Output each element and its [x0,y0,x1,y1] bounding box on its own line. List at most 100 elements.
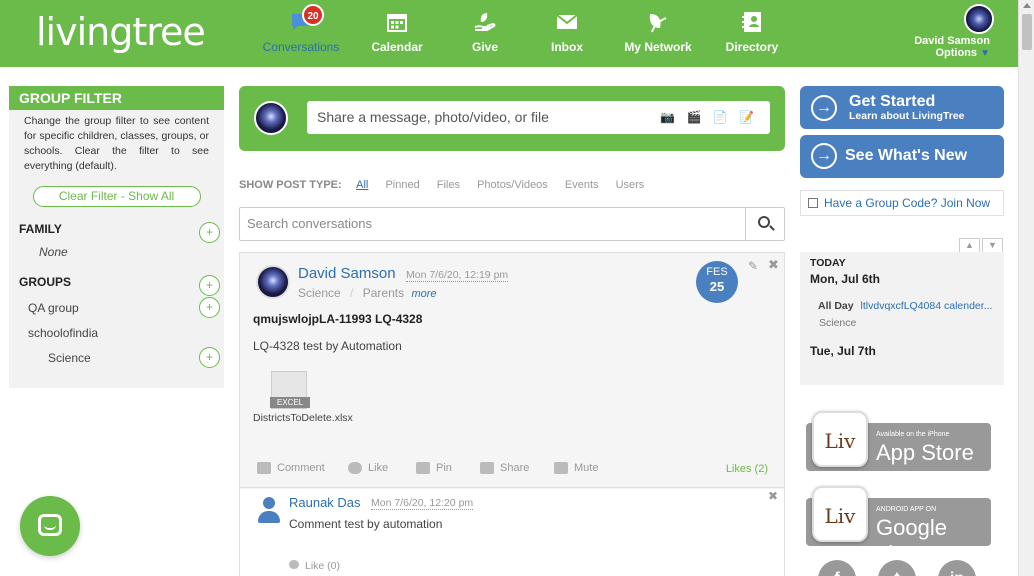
comment-close-icon[interactable]: ✖ [768,489,778,503]
group-code-link[interactable]: Have a Group Code? Join Now [800,190,1004,216]
group-item-science[interactable]: Science [48,351,91,365]
comment-item: Raunak Das Mon 7/6/20, 12:20 pm Comment … [240,489,784,576]
nav-conversations[interactable]: Conversations [262,10,340,54]
get-started-button[interactable]: → Get Started Learn about LivingTree [800,86,1004,129]
get-started-title: Get Started [849,93,936,110]
post-date-badge: FES 25 [696,261,738,303]
post-body: LQ-4328 test by Automation [253,339,402,353]
likes-count-link[interactable]: Likes (2) [726,463,768,475]
chat-launcher-button[interactable] [20,496,80,556]
post-type-all[interactable]: All [356,179,368,191]
calendar-down-icon[interactable]: ▼ [982,238,1003,253]
facebook-icon[interactable]: f [818,560,856,576]
nav-give[interactable]: Give [466,10,504,54]
group-filter-title: GROUP FILTER [9,86,224,110]
nav-directory-label: Directory [725,40,779,54]
calendar-icon [385,10,409,34]
group-item-qa-group[interactable]: QA group [28,301,79,315]
pin-label: Pin [436,462,452,474]
livingtree-app-icon: Liv [812,411,868,467]
post-type-users[interactable]: Users [616,179,645,191]
post-type-events[interactable]: Events [565,179,599,191]
user-avatar[interactable] [964,4,994,34]
calendar-up-icon[interactable]: ▲ [959,238,980,253]
file-attachment[interactable]: EXCEL DistrictsToDelete.xlsx [253,371,353,425]
file-type-tag: EXCEL [270,397,310,408]
commenter-avatar-body [258,511,280,523]
nav-inbox[interactable]: Inbox [548,10,586,54]
post-date-month: FES [706,266,728,278]
network-leaf-icon [646,10,670,34]
post-author-avatar[interactable] [256,265,290,299]
commenter-avatar-head [263,497,275,509]
arrow-right-circle-icon: → [811,95,837,121]
nav-directory[interactable]: Directory [724,10,780,54]
google-play-small-text: ANDROID APP ON [876,506,937,513]
search-bar: Search conversations [239,207,785,241]
edit-icon[interactable]: ✎ [748,259,758,273]
scroll-up-arrow-icon[interactable] [1023,3,1031,8]
post-type-photos-videos[interactable]: Photos/Videos [477,179,548,191]
notification-badge: 20 [302,4,324,26]
clear-filter-button[interactable]: Clear Filter - Show All [32,186,201,207]
share-label: Share [500,462,530,474]
livingtree-app-icon: Liv [812,486,868,542]
post-timestamp: Mon 7/6/20, 12:19 pm [406,269,509,282]
get-started-subtitle: Learn about LivingTree [849,110,965,122]
post-type-label: SHOW POST TYPE: [239,179,342,191]
group-filter-description: Change the group filter to see content f… [24,115,209,172]
app-store-small-text: Available on the iPhone [876,431,950,438]
post-group-separator: / [350,286,354,300]
share-button[interactable]: Share [480,462,530,475]
comment-button[interactable]: Comment [257,462,325,475]
see-whats-new-button[interactable]: → See What's New [800,135,1004,178]
post-type-pinned[interactable]: Pinned [385,179,419,191]
pin-button[interactable]: Pin [416,462,452,475]
add-qa-group-button[interactable]: + [199,297,220,318]
search-input[interactable]: Search conversations [240,208,746,240]
add-family-button[interactable]: + [199,222,220,243]
add-science-button[interactable]: + [199,347,220,368]
add-group-button[interactable]: + [199,275,220,296]
user-menu[interactable]: David Samson Options ▼ [914,4,994,59]
calendar-event[interactable]: All Day ltlvdvqxcfLQ4084 calender... [818,300,1002,312]
scroll-thumb[interactable] [1022,14,1032,50]
post-author-name[interactable]: David Samson [298,265,396,282]
share-message-input[interactable]: Share a message, photo/video, or file 📷 … [307,101,770,134]
share-arrow-icon [480,462,494,475]
pin-icon [416,462,430,475]
close-icon[interactable]: ✖ [768,257,779,273]
attachment-icons[interactable]: 📷 🎬 📄 📝 [660,110,758,124]
post-type-files[interactable]: Files [437,179,460,191]
mute-button[interactable]: Mute [554,462,598,475]
nav-calendar[interactable]: Calendar [368,10,426,54]
mute-icon [554,462,568,475]
like-button[interactable]: Like [348,462,388,475]
nav-calendar-label: Calendar [371,40,423,54]
group-item-schoolofindia[interactable]: schoolofindia [28,326,98,340]
comment-label: Comment [277,462,325,474]
google-play-badge[interactable]: Liv ANDROID APP ON Google play [806,486,991,566]
page-scrollbar[interactable] [1018,0,1034,576]
comment-author[interactable]: Raunak Das [289,495,361,510]
post-group-parents[interactable]: Parents [363,286,404,300]
calendar-nav: ▲ ▼ [957,235,1003,253]
event-title[interactable]: ltlvdvqxcfLQ4084 calender... [861,300,993,312]
arrow-right-circle-icon: → [811,143,837,169]
post-group-science[interactable]: Science [298,286,341,300]
share-composer: Share a message, photo/video, or file 📷 … [239,86,785,151]
options-dropdown[interactable]: Options ▼ [914,47,990,59]
family-title: FAMILY [19,222,62,236]
search-icon-handle [769,225,775,231]
directory-icon [740,10,764,34]
post-groups-more-link[interactable]: more [411,288,436,300]
livingtree-logo[interactable]: livingtree [36,10,206,54]
app-store-badge[interactable]: Liv Available on the iPhone App Store [806,411,991,471]
post-date-day: 25 [709,279,725,294]
nav-my-network[interactable]: My Network [624,10,692,54]
search-button[interactable] [745,208,784,240]
calendar-day-2: Tue, Jul 7th [810,344,876,358]
comment-like-button[interactable]: Like (0) [289,560,340,572]
org-chart-icon [808,198,818,208]
see-whats-new-title: See What's New [845,147,968,164]
